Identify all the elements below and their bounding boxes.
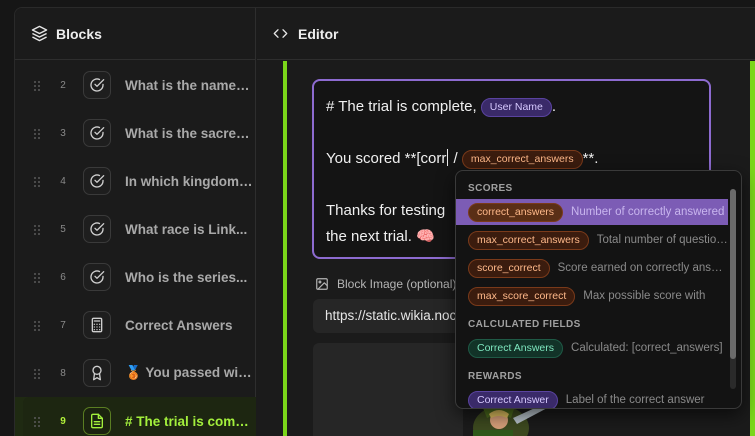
autocomplete-option[interactable]: max_correct_answers Total number of quest… [456,227,728,253]
award-icon [83,359,111,387]
block-label: What race is Link... [125,221,248,237]
block-label: What is the name of... [125,77,253,93]
variable-chip-max-correct-answers[interactable]: max_correct_answers [461,150,583,169]
block-label: # The trial is complete [125,413,253,429]
block-item-5[interactable]: 5 What race is Link... [15,205,256,253]
variable-chip: Correct Answer [468,390,558,408]
block-number: 3 [60,127,66,139]
block-item-2[interactable]: 2 What is the name of... [15,61,256,109]
variable-chip: correct_answers [468,202,564,222]
autocomplete-option[interactable]: score_correct Score earned on correctly a… [456,255,728,281]
block-number: 9 [60,415,66,427]
variable-chip: max_correct_answers [468,230,589,250]
drag-handle-icon[interactable] [33,127,41,139]
option-description: Max possible score with [583,290,706,302]
variable-chip: max_score_correct [468,286,576,306]
variable-chip: score_correct [468,258,550,278]
block-number: 6 [60,271,66,283]
drag-handle-icon[interactable] [33,415,41,427]
block-item-3[interactable]: 3 What is the sacred... [15,109,256,157]
drag-handle-icon[interactable] [33,223,41,235]
image-url-input[interactable]: https://static.wikia.nocookie.net/zelda/… [313,299,463,333]
autocomplete-option[interactable]: max_score_correct Max possible score with [456,283,728,309]
block-item-8[interactable]: 8 🥉 You passed with... [15,349,256,397]
block-accent-bar-right [750,61,755,436]
popup-section-title: CALCULATED FIELDS [468,319,581,330]
editor-header: Editor [257,8,755,60]
block-item-6[interactable]: 6 Who is the series... [15,253,256,301]
variable-autocomplete-popup: SCORES correct_answers Number of correctly… [455,170,742,409]
text-line-1: # The trial is complete, User Name. [326,95,556,119]
check-circle-icon [83,263,111,291]
file-text-icon [83,407,111,435]
drag-handle-icon[interactable] [33,319,41,331]
block-number: 7 [60,319,66,331]
drag-handle-icon[interactable] [33,367,41,379]
drag-handle-icon[interactable] [33,79,41,91]
option-description: Number of correctly answered [571,206,725,218]
option-description: Calculated: [correct_answers] [571,342,723,354]
option-description: Total number of questions [596,234,728,246]
calculator-icon [83,311,111,339]
autocomplete-option[interactable]: correct_answers Number of correctly answe… [456,199,728,225]
code-icon [273,29,288,38]
image-label-text: Block Image (optional) [337,277,457,291]
autocomplete-option[interactable]: Correct Answers Calculated: [correct_answ… [456,335,728,361]
variable-chip: Correct Answers [468,338,564,358]
blocks-sidebar: Blocks 2 What is the name of... 3 What is t… [15,8,256,436]
blocks-list: 2 What is the name of... 3 What is the sacr… [15,61,256,436]
block-number: 8 [60,367,66,379]
text-segment: **. [582,150,599,167]
image-field-label: Block Image (optional) [315,277,456,291]
block-label: In which kingdom does... [125,173,253,189]
check-circle-icon [83,167,111,195]
autocomplete-option[interactable]: Correct Answer Label of the correct answe… [456,387,728,408]
check-circle-icon [83,119,111,147]
image-icon [316,278,328,290]
block-label: 🥉 You passed with... [125,365,253,380]
layers-icon [31,25,48,42]
block-label: Correct Answers [125,317,233,333]
block-item-4[interactable]: 4 In which kingdom does... [15,157,256,205]
text-line-3: Thanks for testing [326,202,446,219]
text-segment: . [551,98,557,115]
text-line-4: the next trial. 🧠 [326,228,435,245]
popup-section-title: SCORES [468,183,513,194]
editor-title: Editor [298,25,339,42]
text-segment: You scored **[corr [326,150,447,167]
block-number: 2 [60,79,66,91]
block-item-7[interactable]: 7 Correct Answers [15,301,256,349]
drag-handle-icon[interactable] [33,271,41,283]
text-segment: # The trial is complete, [326,98,477,115]
option-description: Score earned on correctly answered [557,262,728,274]
image-preview-box [313,343,463,436]
text-segment: / [449,150,462,167]
block-number: 5 [60,223,66,235]
check-circle-icon [83,215,111,243]
check-circle-icon [83,71,111,99]
text-line-2: You scored **[corr / max_correct_answers… [326,147,598,171]
block-number: 4 [60,175,66,187]
sidebar-title: Blocks [56,25,102,42]
block-item-9[interactable]: 9 # The trial is complete [15,397,256,436]
block-label: Who is the series... [125,269,248,285]
popup-section-title: REWARDS [468,371,522,382]
option-description: Label of the correct answer [565,394,705,406]
block-label: What is the sacred... [125,125,253,141]
drag-handle-icon[interactable] [33,175,41,187]
variable-chip-user-name[interactable]: User Name [480,98,552,117]
sidebar-header: Blocks [15,8,255,60]
block-accent-bar [283,61,287,436]
app-window: Blocks 2 What is the name of... 3 What is t… [14,7,755,436]
popup-scrollbar-thumb[interactable] [730,189,736,359]
